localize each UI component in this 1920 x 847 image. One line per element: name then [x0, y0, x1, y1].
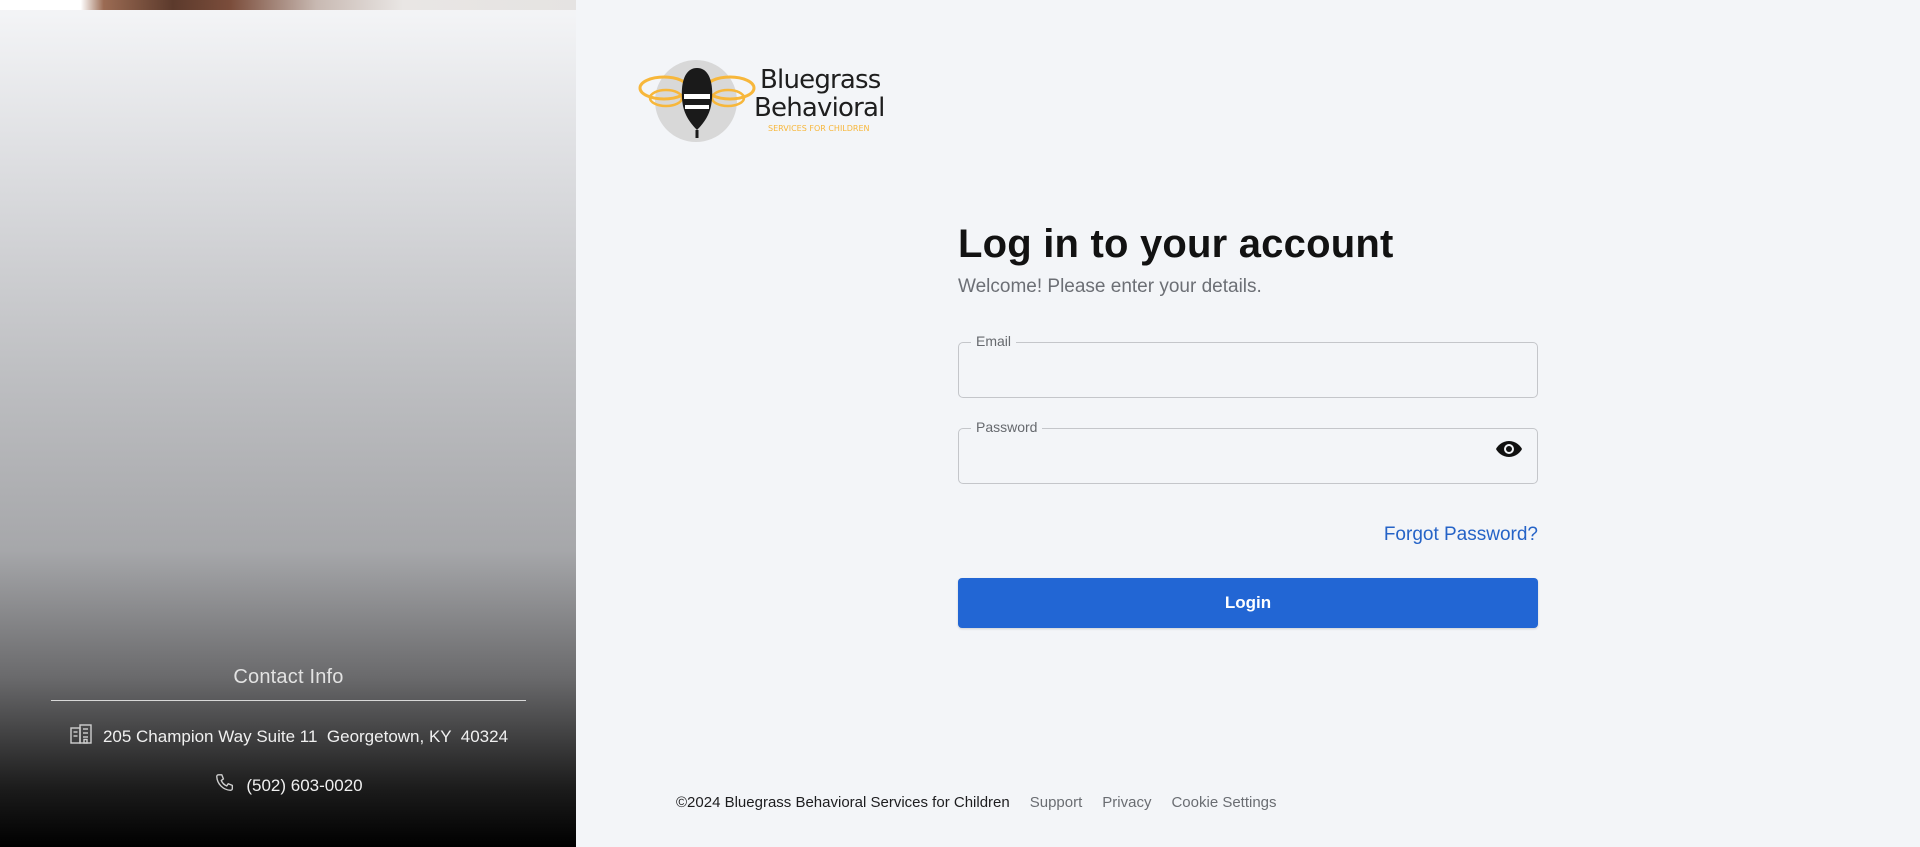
contact-info: Contact Info 205 Champion Way Suite 11 G… — [51, 666, 526, 799]
logo-wordmark-line1: Bluegrass — [760, 65, 881, 95]
left-panel: Contact Info 205 Champion Way Suite 11 G… — [0, 0, 576, 847]
email-field[interactable]: Email — [958, 333, 1538, 398]
forgot-password-row: Forgot Password? — [958, 524, 1538, 548]
contact-phone: (502) 603-0020 — [246, 775, 363, 795]
password-input[interactable] — [959, 429, 1537, 483]
page-title: Log in to your account — [958, 222, 1394, 266]
footer-link-cookie-settings[interactable]: Cookie Settings — [1171, 794, 1276, 811]
email-input[interactable] — [959, 343, 1537, 397]
logo-tagline: SERVICES FOR CHILDREN — [768, 124, 870, 133]
login-button[interactable]: Login — [958, 578, 1538, 628]
footer: ©2024 Bluegrass Behavioral Services for … — [676, 794, 1277, 811]
phone-icon — [214, 772, 236, 799]
contact-divider — [51, 700, 526, 701]
page-subtitle: Welcome! Please enter your details. — [958, 276, 1262, 297]
background-photo — [0, 0, 576, 10]
footer-copyright: ©2024 Bluegrass Behavioral Services for … — [676, 794, 1010, 811]
contact-title: Contact Info — [233, 666, 344, 688]
footer-link-privacy[interactable]: Privacy — [1102, 794, 1151, 811]
building-icon — [69, 723, 93, 750]
logo-wordmark-line2: Behavioral — [754, 93, 885, 123]
eye-icon[interactable] — [1494, 437, 1524, 461]
forgot-password-link[interactable]: Forgot Password? — [1384, 524, 1538, 545]
contact-phone-row: (502) 603-0020 — [51, 772, 526, 799]
footer-link-support[interactable]: Support — [1030, 794, 1083, 811]
password-field[interactable]: Password — [958, 419, 1538, 484]
contact-address-row: 205 Champion Way Suite 11 Georgetown, KY… — [51, 723, 526, 750]
login-form: Log in to your account Welcome! Please e… — [958, 220, 1538, 628]
brand-logo: Bluegrass Behavioral SERVICES FOR CHILDR… — [638, 58, 888, 144]
contact-address: 205 Champion Way Suite 11 Georgetown, KY… — [102, 726, 509, 746]
